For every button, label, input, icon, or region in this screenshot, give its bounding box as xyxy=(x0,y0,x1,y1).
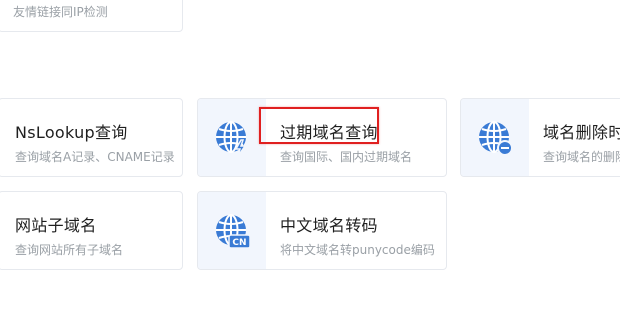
globe-cn-icon: CN xyxy=(216,213,251,249)
card-nslookup-title: NsLookup查询 xyxy=(15,123,128,142)
card-delete-title: 域名删除时间 xyxy=(543,123,620,142)
card-ip-check-desc: 友情链接同IP检测 xyxy=(13,5,108,19)
card-delete-desc: 查询域名的删除时间 xyxy=(543,150,620,164)
card-cn-title: 中文域名转码 xyxy=(280,216,378,235)
card-ip-check[interactable]: 友情链接同IP检测 xyxy=(0,0,183,32)
card-delete-icon-wrap xyxy=(461,99,529,176)
card-nslookup[interactable]: NsLookup查询 查询域名A记录、CNAME记录 xyxy=(0,98,183,177)
card-subdomain-title: 网站子域名 xyxy=(15,216,97,235)
card-expired-desc: 查询国际、国内过期域名 xyxy=(280,150,413,164)
card-nslookup-desc: 查询域名A记录、CNAME记录 xyxy=(15,150,175,164)
card-expired-icon-wrap xyxy=(198,99,266,176)
highlight-box xyxy=(259,107,379,144)
card-cn-desc: 将中文域名转punycode编码 xyxy=(280,243,435,257)
cn-badge-text: CN xyxy=(232,238,246,248)
card-subdomain[interactable]: 网站子域名 查询网站所有子域名 xyxy=(0,191,183,270)
globe-minus-icon xyxy=(479,120,513,156)
card-domain-delete-time[interactable]: 域名删除时间 查询域名的删除时间 xyxy=(460,98,620,177)
card-subdomain-desc: 查询网站所有子域名 xyxy=(15,243,124,257)
card-cn-icon-wrap: CN xyxy=(198,192,266,269)
card-cn-domain-convert[interactable]: CN 中文域名转码 将中文域名转punycode编码 xyxy=(197,191,447,270)
globe-bolt-icon xyxy=(216,120,247,156)
